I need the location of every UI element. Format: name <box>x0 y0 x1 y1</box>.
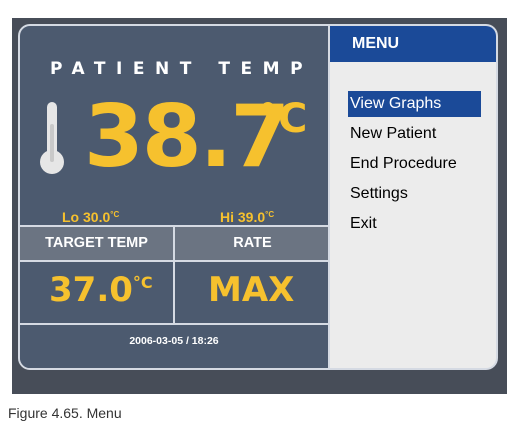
patient-temp-panel: PATIENT TEMP 38.7 °C Lo 30.0°C Hi 39.0°C… <box>18 24 330 370</box>
divider <box>173 225 175 323</box>
menu-title: MENU <box>330 26 496 62</box>
target-temp-header: TARGET TEMP <box>20 227 173 260</box>
menu-panel: MENU View Graphs New Patient End Procedu… <box>330 24 498 370</box>
high-limit-value: 39.0 <box>237 209 266 225</box>
datetime-footer: 2006-03-05 / 18:26 <box>20 325 328 368</box>
rate-value: MAX <box>208 270 295 310</box>
high-limit-unit: °C <box>265 210 275 219</box>
patient-temp-label: PATIENT TEMP <box>50 59 314 79</box>
target-temp-unit: °C <box>132 273 153 292</box>
menu-item-exit[interactable]: Exit <box>348 211 481 237</box>
low-limit-value: 30.0 <box>83 209 111 225</box>
high-limit-label: Hi <box>220 209 234 225</box>
figure-caption: Figure 4.65. Menu <box>8 405 122 421</box>
thermometer-icon <box>40 102 64 176</box>
menu-item-settings[interactable]: Settings <box>348 181 481 207</box>
target-temp-number: 37.0 <box>49 270 133 310</box>
target-temp-value: 37.0°C <box>49 270 153 310</box>
high-limit: Hi 39.0°C <box>220 209 274 225</box>
current-temperature-unit: °C <box>258 96 308 142</box>
low-limit: Lo 30.0°C <box>62 209 119 225</box>
menu-item-view-graphs[interactable]: View Graphs <box>348 91 481 117</box>
rate-header: RATE <box>175 227 328 260</box>
low-limit-unit: °C <box>110 210 120 219</box>
low-limit-label: Lo <box>62 209 80 225</box>
menu-item-new-patient[interactable]: New Patient <box>348 121 481 147</box>
menu-item-end-procedure[interactable]: End Procedure <box>348 151 481 177</box>
